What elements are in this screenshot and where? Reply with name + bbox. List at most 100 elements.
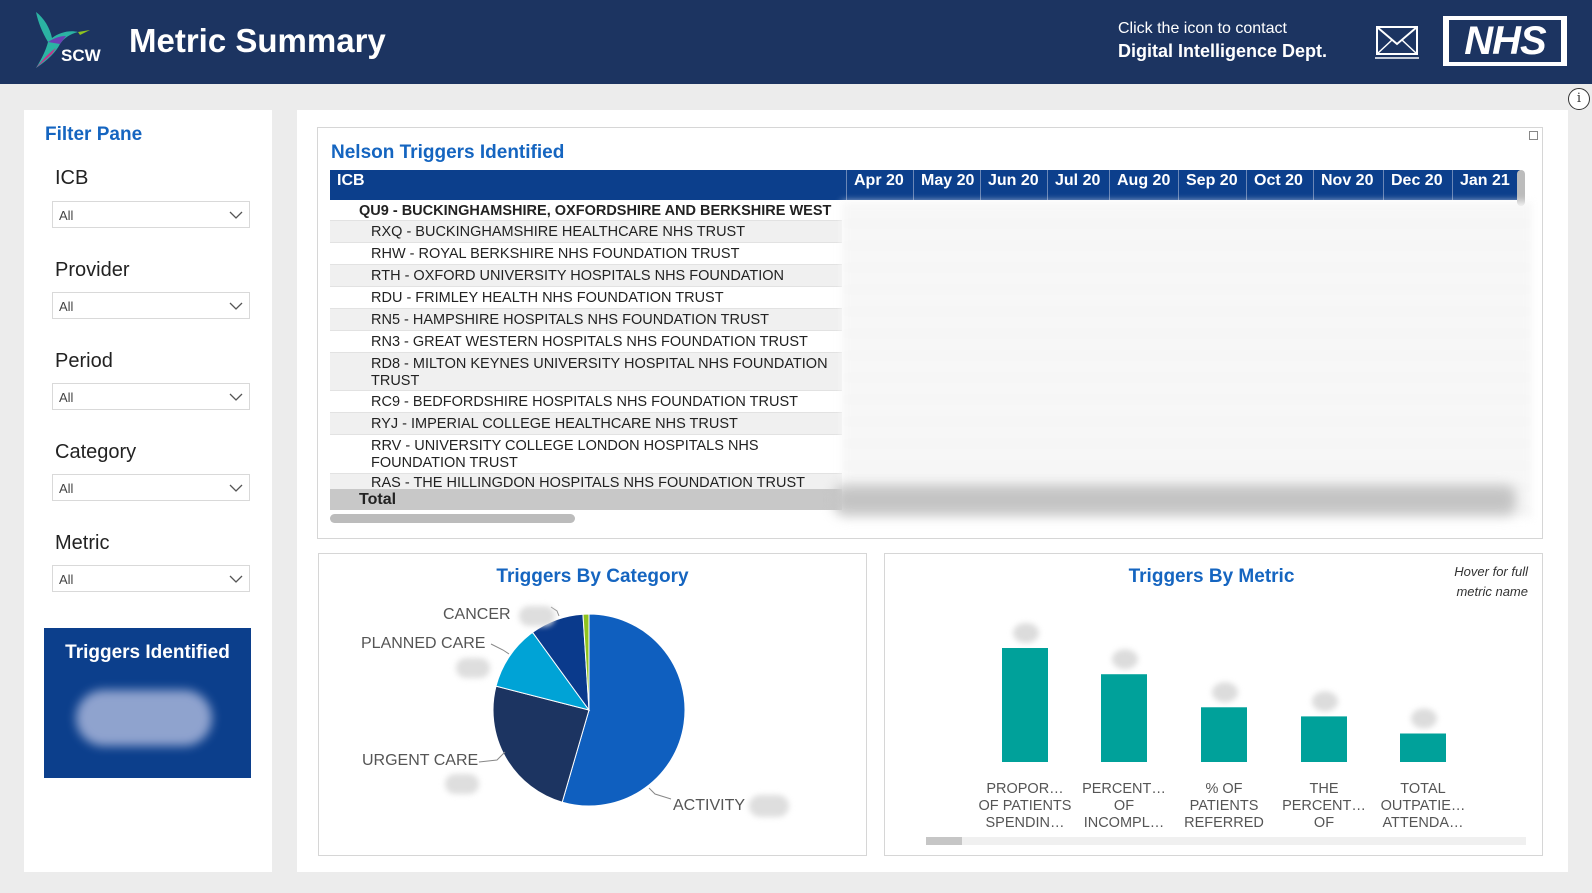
- column-header-month[interactable]: Sep 20: [1178, 170, 1246, 200]
- row-label: RHW - ROYAL BERKSHIRE NHS FOUNDATION TRU…: [371, 246, 740, 262]
- row-label: RXQ - BUCKINGHAMSHIRE HEALTHCARE NHS TRU…: [371, 224, 746, 240]
- provider-dropdown[interactable]: All: [52, 292, 250, 319]
- column-header-month[interactable]: Oct 20: [1246, 170, 1313, 200]
- mail-icon[interactable]: [1375, 24, 1419, 60]
- bar-value-redacted: [1112, 649, 1138, 670]
- page-title: Metric Summary: [129, 22, 386, 59]
- pie-value-redacted: [749, 795, 789, 817]
- column-header-month[interactable]: May 20: [913, 170, 980, 200]
- period-dropdown[interactable]: All: [52, 383, 250, 410]
- info-icon[interactable]: i: [1568, 88, 1590, 110]
- dropdown-value: All: [59, 481, 74, 496]
- metric-bar[interactable]: [1301, 716, 1347, 762]
- header-bar: SCW Metric Summary Click the icon to con…: [0, 0, 1592, 84]
- redacted-totals: [834, 485, 1516, 515]
- dropdown-value: All: [59, 572, 74, 587]
- chevron-down-icon: [229, 211, 243, 219]
- icb-dropdown[interactable]: All: [52, 201, 250, 228]
- row-label: RC9 - BEDFORDSHIRE HOSPITALS NHS FOUNDAT…: [371, 394, 798, 410]
- nhs-logo-text: NHS: [1449, 20, 1561, 62]
- column-header-month[interactable]: Apr 20: [846, 170, 913, 200]
- metric-dropdown[interactable]: All: [52, 565, 250, 592]
- bar-scroll-thumb[interactable]: [926, 837, 962, 845]
- nelson-triggers-table[interactable]: Nelson Triggers Identified ICB Apr 20 Ma…: [317, 127, 1543, 539]
- pie-value-redacted: [445, 774, 479, 794]
- dropdown-value: All: [59, 390, 74, 405]
- filter-label-metric: Metric: [55, 532, 110, 554]
- metric-bar[interactable]: [1400, 733, 1446, 763]
- row-label: RD8 - MILTON KEYNES UNIVERSITY HOSPITAL …: [371, 356, 828, 389]
- row-label: RRV - UNIVERSITY COLLEGE LONDON HOSPITAL…: [371, 438, 759, 471]
- column-header-month[interactable]: Dec 20: [1383, 170, 1452, 200]
- row-label: RN3 - GREAT WESTERN HOSPITALS NHS FOUNDA…: [371, 334, 808, 350]
- chevron-down-icon: [229, 393, 243, 401]
- nhs-logo: NHS: [1443, 16, 1567, 66]
- column-header-month[interactable]: Jan 21: [1452, 170, 1520, 200]
- filter-label-period: Period: [55, 350, 113, 372]
- table-row[interactable]: RRV - UNIVERSITY COLLEGE LONDON HOSPITAL…: [330, 435, 842, 474]
- kpi-title: Triggers Identified: [65, 642, 230, 663]
- table-row[interactable]: RDU - FRIMLEY HEALTH NHS FOUNDATION TRUS…: [330, 287, 842, 309]
- total-label: Total: [359, 491, 397, 508]
- row-label: RN5 - HAMPSHIRE HOSPITALS NHS FOUNDATION…: [371, 312, 769, 328]
- metric-bar[interactable]: [1201, 707, 1247, 762]
- table-header: ICB Apr 20 May 20 Jun 20 Jul 20 Aug 20 S…: [330, 170, 1520, 200]
- bar-value-redacted: [1013, 623, 1039, 643]
- pie-label-activity: ACTIVITY: [673, 797, 746, 814]
- pie-value-redacted: [456, 658, 490, 678]
- metric-bar[interactable]: [1101, 674, 1147, 762]
- chevron-down-icon: [229, 302, 243, 310]
- chevron-down-icon: [229, 484, 243, 492]
- redacted-values: [842, 202, 1532, 518]
- pie-leader-line: [648, 787, 672, 800]
- table-horizontal-scrollbar[interactable]: [330, 514, 575, 523]
- bar-category-label: TOTAL OUTPATIE… ATTENDA… (ALL TFC…: [1380, 781, 1466, 833]
- bar-value-redacted: [1312, 691, 1338, 712]
- pie-leader-line: [478, 751, 506, 763]
- table-row[interactable]: RYJ - IMPERIAL COLLEGE HEALTHCARE NHS TR…: [330, 413, 842, 435]
- row-label: RTH - OXFORD UNIVERSITY HOSPITALS NHS FO…: [371, 268, 785, 284]
- triggers-by-metric-chart[interactable]: Triggers By Metric Hover for full metric…: [884, 553, 1543, 856]
- bar-category-label: PROPOR… OF PATIENTS SPENDIN…: [978, 781, 1072, 831]
- table-row[interactable]: RTH - OXFORD UNIVERSITY HOSPITALS NHS FO…: [330, 265, 842, 287]
- column-header-month[interactable]: Jul 20: [1047, 170, 1109, 200]
- column-header-month[interactable]: Aug 20: [1109, 170, 1178, 200]
- dropdown-value: All: [59, 208, 74, 223]
- focus-mode-icon[interactable]: [1529, 131, 1538, 140]
- contact-department: Digital Intelligence Dept.: [1118, 41, 1328, 61]
- filter-label-category: Category: [55, 441, 137, 463]
- bar-value-redacted: [1411, 708, 1437, 729]
- table-row[interactable]: RD8 - MILTON KEYNES UNIVERSITY HOSPITAL …: [330, 353, 842, 391]
- pie-label-urgent-care: URGENT CARE: [362, 752, 479, 769]
- bar-category-label: THE PERCENT… OF PATIENTS…: [1282, 781, 1366, 833]
- bar-scroll-track[interactable]: [926, 837, 1526, 845]
- metric-bar[interactable]: [1002, 648, 1048, 762]
- bar-category-label: PERCENT… OF INCOMPL… PATHWAY…: [1082, 781, 1166, 833]
- filter-pane-title: Filter Pane: [45, 124, 143, 145]
- kpi-value-redacted: [76, 690, 212, 746]
- chevron-down-icon: [229, 575, 243, 583]
- column-header-icb[interactable]: ICB: [330, 170, 846, 200]
- filter-pane: Filter Pane ICB All Provider All Period …: [24, 110, 272, 872]
- triggers-by-category-chart[interactable]: Triggers By Category CANCER PLANNED CARE…: [318, 553, 867, 856]
- triggers-identified-card: Triggers Identified: [44, 628, 251, 778]
- table-row[interactable]: RN3 - GREAT WESTERN HOSPITALS NHS FOUNDA…: [330, 331, 842, 353]
- pie-value-redacted: [519, 606, 555, 626]
- table-row[interactable]: RC9 - BEDFORDSHIRE HOSPITALS NHS FOUNDAT…: [330, 391, 842, 413]
- table-row[interactable]: RHW - ROYAL BERKSHIRE NHS FOUNDATION TRU…: [330, 243, 842, 265]
- table-row[interactable]: RN5 - HAMPSHIRE HOSPITALS NHS FOUNDATION…: [330, 309, 842, 331]
- filter-label-icb: ICB: [55, 167, 89, 189]
- column-header-month[interactable]: Jun 20: [980, 170, 1047, 200]
- table-vertical-scrollbar[interactable]: [1517, 170, 1525, 206]
- contact-hint: Click the icon to contact: [1118, 20, 1287, 37]
- column-header-month[interactable]: Nov 20: [1313, 170, 1383, 200]
- table-total-row: Total: [330, 489, 842, 510]
- table-row-parent[interactable]: QU9 - BUCKINGHAMSHIRE, OXFORDSHIRE AND B…: [330, 200, 842, 221]
- row-label: RDU - FRIMLEY HEALTH NHS FOUNDATION TRUS…: [371, 290, 724, 306]
- bar-value-redacted: [1212, 682, 1238, 703]
- pie-label-cancer: CANCER: [443, 606, 511, 623]
- table-row[interactable]: RXQ - BUCKINGHAMSHIRE HEALTHCARE NHS TRU…: [330, 221, 842, 243]
- row-label: QU9 - BUCKINGHAMSHIRE, OXFORDSHIRE AND B…: [359, 203, 832, 219]
- pie-leader-line: [490, 643, 510, 655]
- category-dropdown[interactable]: All: [52, 474, 250, 501]
